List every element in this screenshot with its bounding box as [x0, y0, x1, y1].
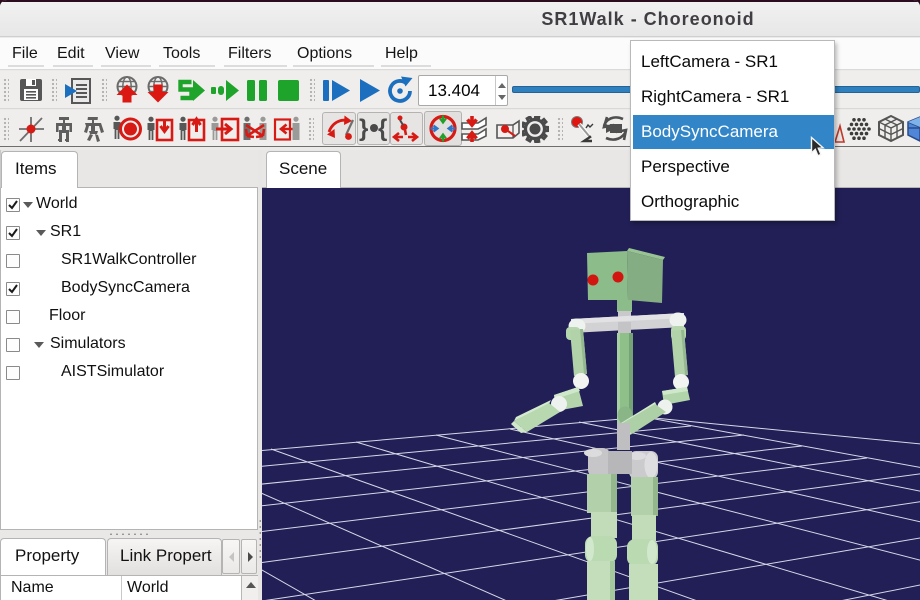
svg-text:{: {: [378, 115, 387, 142]
svg-text:}: }: [359, 115, 368, 142]
